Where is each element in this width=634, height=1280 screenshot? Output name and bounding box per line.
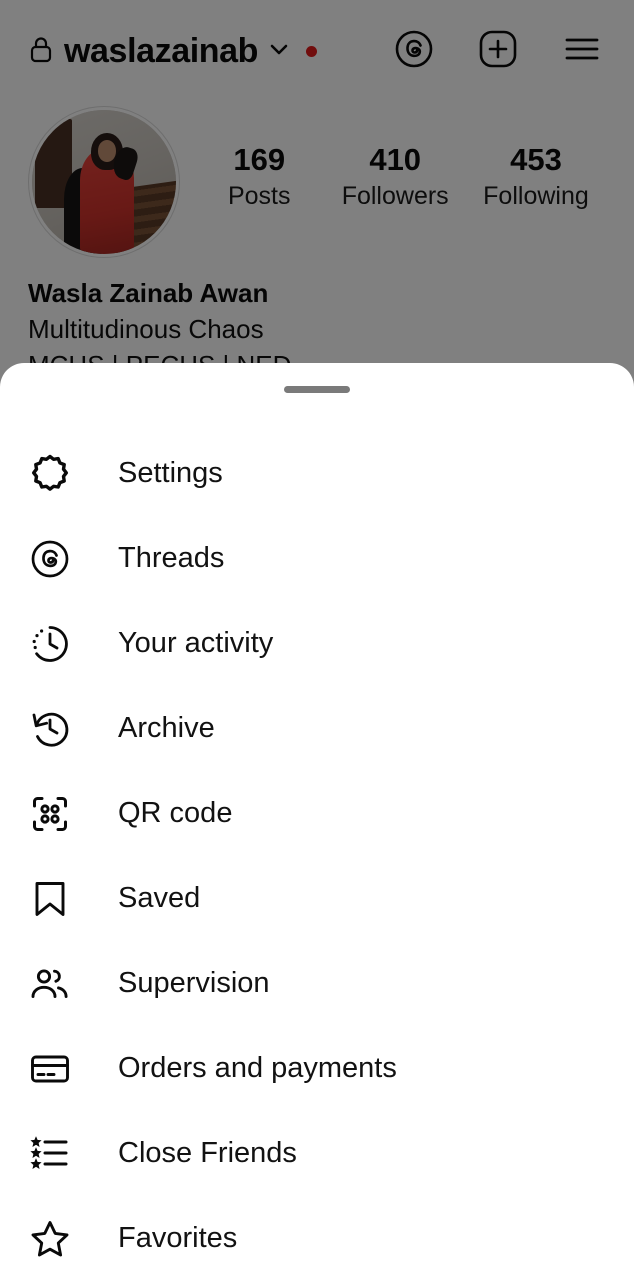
sheet-drag-handle[interactable] xyxy=(284,386,350,393)
profile-bio-line-1: Multitudinous Chaos xyxy=(28,313,264,344)
menu-item-label: Favorites xyxy=(118,1222,238,1254)
menu-item-threads[interactable]: Threads xyxy=(0,516,634,601)
bottom-sheet-menu: Settings Threads Your activity Archive Q… xyxy=(0,363,634,1280)
credit-card-icon xyxy=(28,1047,72,1091)
stat-posts-label: Posts xyxy=(227,181,291,210)
star-icon xyxy=(28,1217,72,1261)
lock-icon xyxy=(28,34,54,69)
menu-item-label: Archive xyxy=(118,712,215,744)
menu-item-settings[interactable]: Settings xyxy=(0,431,634,516)
stat-following[interactable]: 453 Following xyxy=(483,142,589,212)
menu-item-favorites[interactable]: Favorites xyxy=(0,1196,634,1280)
menu-item-your-activity[interactable]: Your activity xyxy=(0,601,634,686)
stat-posts[interactable]: 169 Posts xyxy=(211,142,307,212)
menu-item-label: Orders and payments xyxy=(118,1052,397,1084)
header-actions xyxy=(392,27,604,76)
hamburger-menu-icon[interactable] xyxy=(560,27,604,76)
new-post-icon[interactable] xyxy=(476,27,520,76)
threads-icon[interactable] xyxy=(392,27,436,76)
star-list-icon xyxy=(28,1132,72,1176)
stat-posts-value: 169 xyxy=(233,142,286,177)
stat-followers[interactable]: 410 Followers xyxy=(342,142,449,212)
menu-item-label: Threads xyxy=(118,542,225,574)
archive-clock-icon xyxy=(28,707,72,751)
menu-list: Settings Threads Your activity Archive Q… xyxy=(0,431,634,1280)
profile-display-name: Wasla Zainab Awan xyxy=(28,278,269,308)
menu-item-label: Your activity xyxy=(118,627,274,659)
profile-username: waslazainab xyxy=(64,32,259,70)
menu-item-orders-and-payments[interactable]: Orders and payments xyxy=(0,1026,634,1111)
activity-clock-icon xyxy=(28,622,72,666)
avatar-image xyxy=(32,110,176,254)
people-icon xyxy=(28,962,72,1006)
stat-following-value: 453 xyxy=(510,142,562,177)
menu-item-label: QR code xyxy=(118,797,233,829)
bookmark-icon xyxy=(28,877,72,921)
menu-item-label: Close Friends xyxy=(118,1137,297,1169)
username-group[interactable]: waslazainab xyxy=(28,32,318,70)
instagram-profile-screen: waslazainab 169 Posts 410 Followers 453 … xyxy=(0,0,634,1280)
menu-item-saved[interactable]: Saved xyxy=(0,856,634,941)
menu-item-label: Supervision xyxy=(118,967,270,999)
notification-dot xyxy=(306,45,318,57)
profile-stats: 169 Posts 410 Followers 453 Following xyxy=(180,106,606,212)
threads-icon xyxy=(28,537,72,581)
gear-icon xyxy=(28,452,72,496)
menu-item-label: Saved xyxy=(118,882,201,914)
profile-header: waslazainab xyxy=(28,0,606,96)
avatar[interactable] xyxy=(28,106,180,258)
menu-item-qr-code[interactable]: QR code xyxy=(0,771,634,856)
stat-followers-value: 410 xyxy=(369,142,422,177)
menu-item-close-friends[interactable]: Close Friends xyxy=(0,1111,634,1196)
menu-item-archive[interactable]: Archive xyxy=(0,686,634,771)
menu-item-supervision[interactable]: Supervision xyxy=(0,941,634,1026)
profile-summary: 169 Posts 410 Followers 453 Following xyxy=(28,106,606,258)
menu-item-label: Settings xyxy=(118,457,223,489)
stat-followers-label: Followers xyxy=(341,181,449,210)
chevron-down-icon[interactable] xyxy=(266,36,292,67)
stat-following-label: Following xyxy=(483,181,589,210)
qr-code-icon xyxy=(28,792,72,836)
avatar-photo-face xyxy=(98,140,116,162)
